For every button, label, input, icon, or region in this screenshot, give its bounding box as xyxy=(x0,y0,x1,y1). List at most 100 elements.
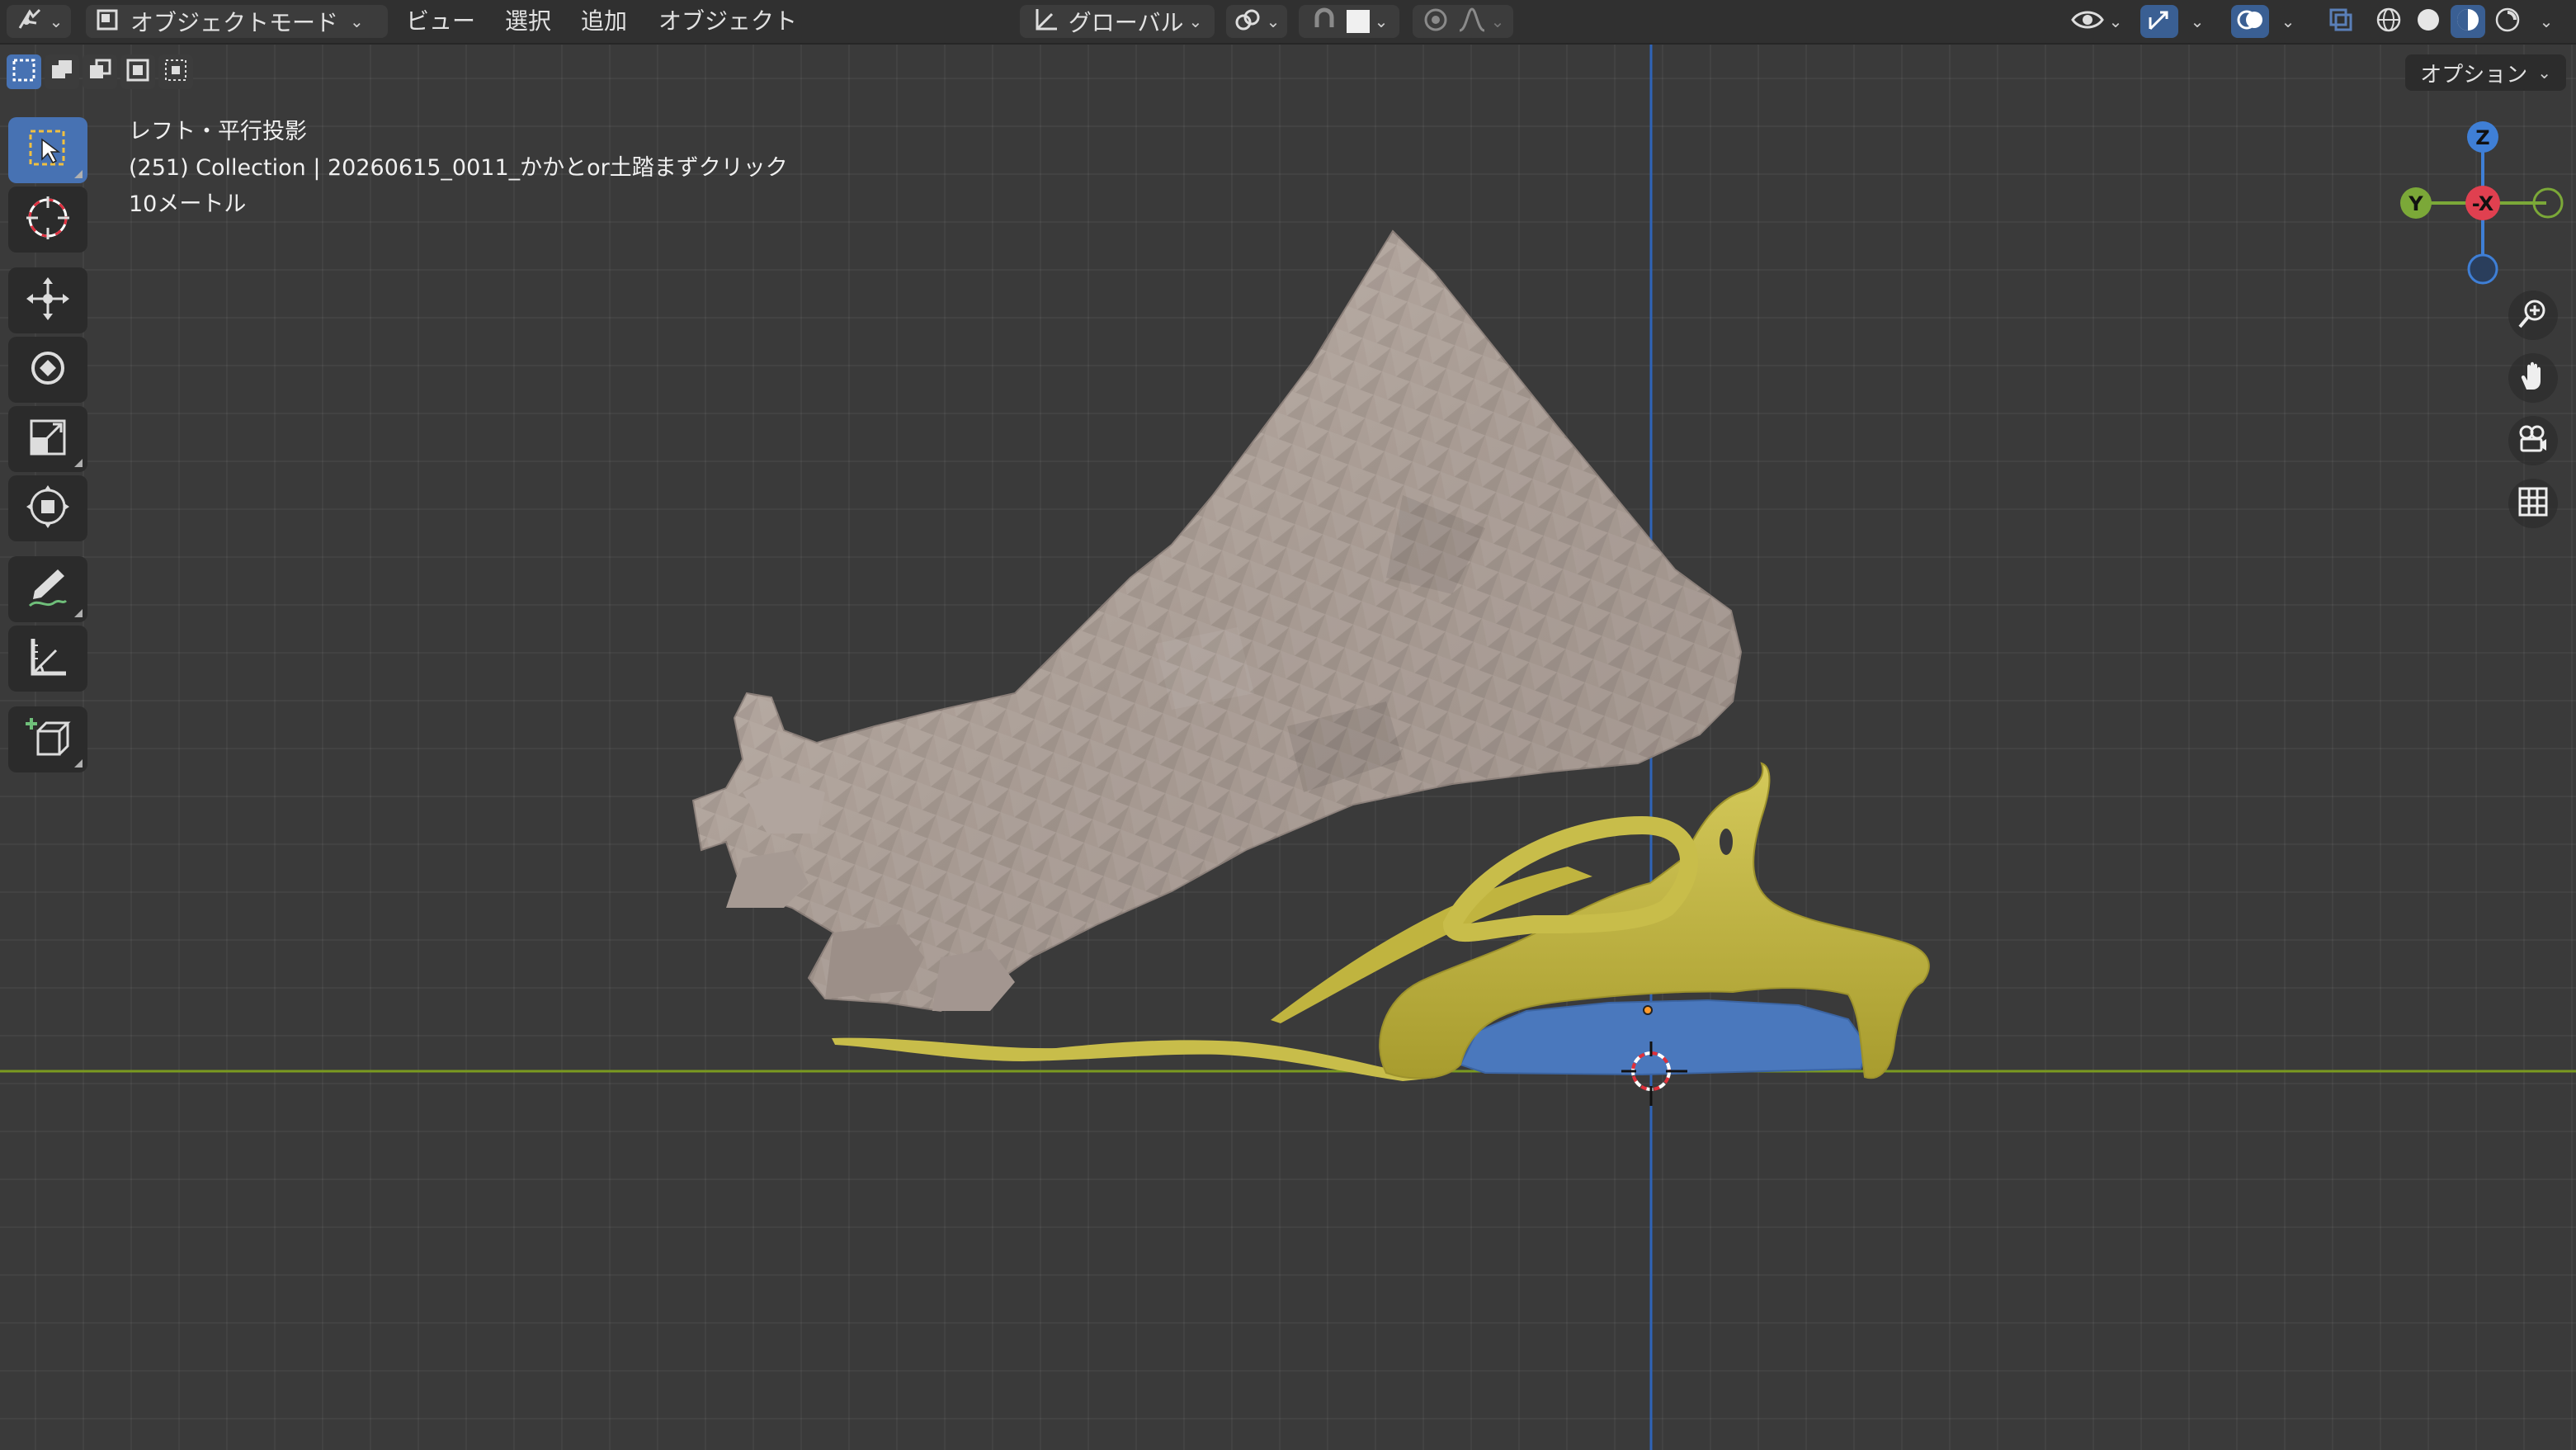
gizmo-neg-z-axis[interactable] xyxy=(2467,253,2498,285)
gizmo-toggle[interactable] xyxy=(2140,5,2178,38)
select-new-icon xyxy=(12,58,36,86)
falloff-curve-icon xyxy=(1458,6,1486,37)
tool-move[interactable] xyxy=(8,267,87,333)
material-sphere-icon xyxy=(2454,6,2482,37)
zoom-button[interactable] xyxy=(2508,290,2558,340)
chevron-down-icon: ⌄ xyxy=(2190,12,2205,31)
tool-add-cube[interactable] xyxy=(8,706,87,772)
grid-icon xyxy=(2517,485,2550,522)
tool-measure[interactable] xyxy=(8,626,87,692)
shading-solid-button[interactable] xyxy=(2411,5,2446,38)
pivot-link-icon xyxy=(1234,6,1262,37)
visibility-dropdown[interactable]: ⌄ xyxy=(2066,5,2127,38)
options-dropdown[interactable]: オプション ⌄ xyxy=(2405,54,2566,91)
proportional-editing-icon xyxy=(1422,6,1450,37)
object-mode-icon xyxy=(94,7,120,36)
chevron-down-icon: ⌄ xyxy=(2108,12,2123,31)
chevron-down-icon: ⌄ xyxy=(2539,12,2554,31)
tool-rotate[interactable] xyxy=(8,337,87,403)
add-cube-icon xyxy=(25,715,71,764)
select-new-button[interactable] xyxy=(7,54,41,89)
options-label: オプション xyxy=(2420,62,2528,87)
snap-group[interactable]: ⌄ xyxy=(1299,5,1399,38)
zoom-magnifier-icon xyxy=(2517,297,2550,333)
insole-base[interactable] xyxy=(1459,999,1871,1076)
shading-dropdown[interactable]: ⌄ xyxy=(2528,5,2559,38)
proportional-editing-group[interactable]: ⌄ xyxy=(1413,5,1513,38)
chevron-down-icon: ⌄ xyxy=(350,12,364,31)
pan-button[interactable] xyxy=(2508,353,2558,403)
tool-scale[interactable] xyxy=(8,406,87,472)
chevron-down-icon: ⌄ xyxy=(1490,12,1505,31)
editor-type-icon xyxy=(15,7,45,36)
menu-object[interactable]: オブジェクト xyxy=(658,0,797,43)
tool-transform[interactable] xyxy=(8,475,87,541)
select-subtract-button[interactable] xyxy=(83,54,117,89)
chevron-down-icon: ⌄ xyxy=(1374,12,1389,31)
overlays-toggle[interactable] xyxy=(2231,5,2269,38)
view-name: レフト・平行投影 xyxy=(129,119,307,144)
snap-magnet-icon xyxy=(1310,6,1338,37)
select-extend-icon xyxy=(50,58,74,86)
tool-cursor[interactable] xyxy=(8,187,87,253)
perspective-toggle-button[interactable] xyxy=(2508,479,2558,528)
shading-material-button[interactable] xyxy=(2451,5,2485,38)
menu-add[interactable]: 追加 xyxy=(581,0,627,43)
scale-label: 10メートル xyxy=(129,191,247,217)
menu-select[interactable]: 選択 xyxy=(505,0,551,43)
select-intersect-button[interactable] xyxy=(158,54,193,89)
overlays-icon xyxy=(2236,6,2264,37)
scale-icon xyxy=(26,416,69,462)
select-extend-button[interactable] xyxy=(45,54,79,89)
measure-ruler-icon xyxy=(25,634,71,683)
tool-annotate[interactable] xyxy=(8,556,87,622)
foot-mesh[interactable] xyxy=(691,229,1743,1013)
solid-sphere-icon xyxy=(2414,6,2442,37)
viewport-info: レフト・平行投影 (251) Collection | 20260615_001… xyxy=(129,114,788,223)
select-intersect-icon xyxy=(163,58,188,86)
hand-icon xyxy=(2517,360,2550,396)
mode-label: オブジェクトモード xyxy=(130,9,339,36)
select-invert-icon xyxy=(125,58,150,86)
select-mode-group xyxy=(7,54,193,92)
collection-info: (251) Collection | 20260615_0011_かかとor土踏… xyxy=(129,155,788,181)
gizmo-arrow-icon xyxy=(2145,6,2173,37)
menu-view[interactable]: ビュー xyxy=(406,0,475,43)
rotate-icon xyxy=(25,345,71,394)
cursor-icon xyxy=(25,195,71,244)
tool-select-box[interactable] xyxy=(8,117,87,183)
chevron-down-icon: ⌄ xyxy=(2281,12,2295,31)
chevron-down-icon: ⌄ xyxy=(49,12,64,31)
wireframe-sphere-icon xyxy=(2375,6,2403,37)
transform-orientation-label: グローバル xyxy=(1068,9,1184,36)
select-subtract-icon xyxy=(87,58,112,86)
gizmo-dropdown[interactable]: ⌄ xyxy=(2182,5,2208,38)
transform-orientation-icon xyxy=(1032,6,1060,37)
chevron-down-icon: ⌄ xyxy=(1188,12,1203,31)
chevron-down-icon: ⌄ xyxy=(1266,12,1281,31)
tool-shelf xyxy=(8,117,91,776)
pivot-point-dropdown[interactable]: ⌄ xyxy=(1226,5,1287,38)
camera-icon xyxy=(2517,423,2550,459)
overlays-dropdown[interactable]: ⌄ xyxy=(2272,5,2299,38)
select-invert-button[interactable] xyxy=(120,54,155,89)
rendered-sphere-icon xyxy=(2493,6,2522,37)
xray-icon xyxy=(2328,7,2354,36)
snap-increment-icon xyxy=(1346,10,1370,33)
camera-view-button[interactable] xyxy=(2508,416,2558,465)
transform-orientation-dropdown[interactable]: グローバル ⌄ xyxy=(1020,5,1215,38)
annotate-pencil-icon xyxy=(25,564,71,614)
gizmo-x-label: -X xyxy=(2472,192,2494,215)
mode-selector[interactable]: オブジェクトモード ⌄ xyxy=(86,5,388,38)
shading-wireframe-button[interactable] xyxy=(2371,5,2406,38)
navigation-gizmo[interactable]: Z Y -X xyxy=(2400,121,2564,285)
transform-icon xyxy=(25,484,71,533)
viewport-header: ⌄ オブジェクトモード ⌄ ビュー 選択 追加 オブジェクト グローバル ⌄ ⌄… xyxy=(0,0,2576,45)
gizmo-z-label: Z xyxy=(2475,126,2489,149)
chevron-down-icon: ⌄ xyxy=(2537,63,2551,83)
eye-icon xyxy=(2070,7,2104,36)
editor-type-button[interactable]: ⌄ xyxy=(7,5,71,38)
xray-toggle[interactable] xyxy=(2322,5,2360,38)
gizmo-y-label: Y xyxy=(2408,192,2423,215)
shading-rendered-button[interactable] xyxy=(2490,5,2525,38)
